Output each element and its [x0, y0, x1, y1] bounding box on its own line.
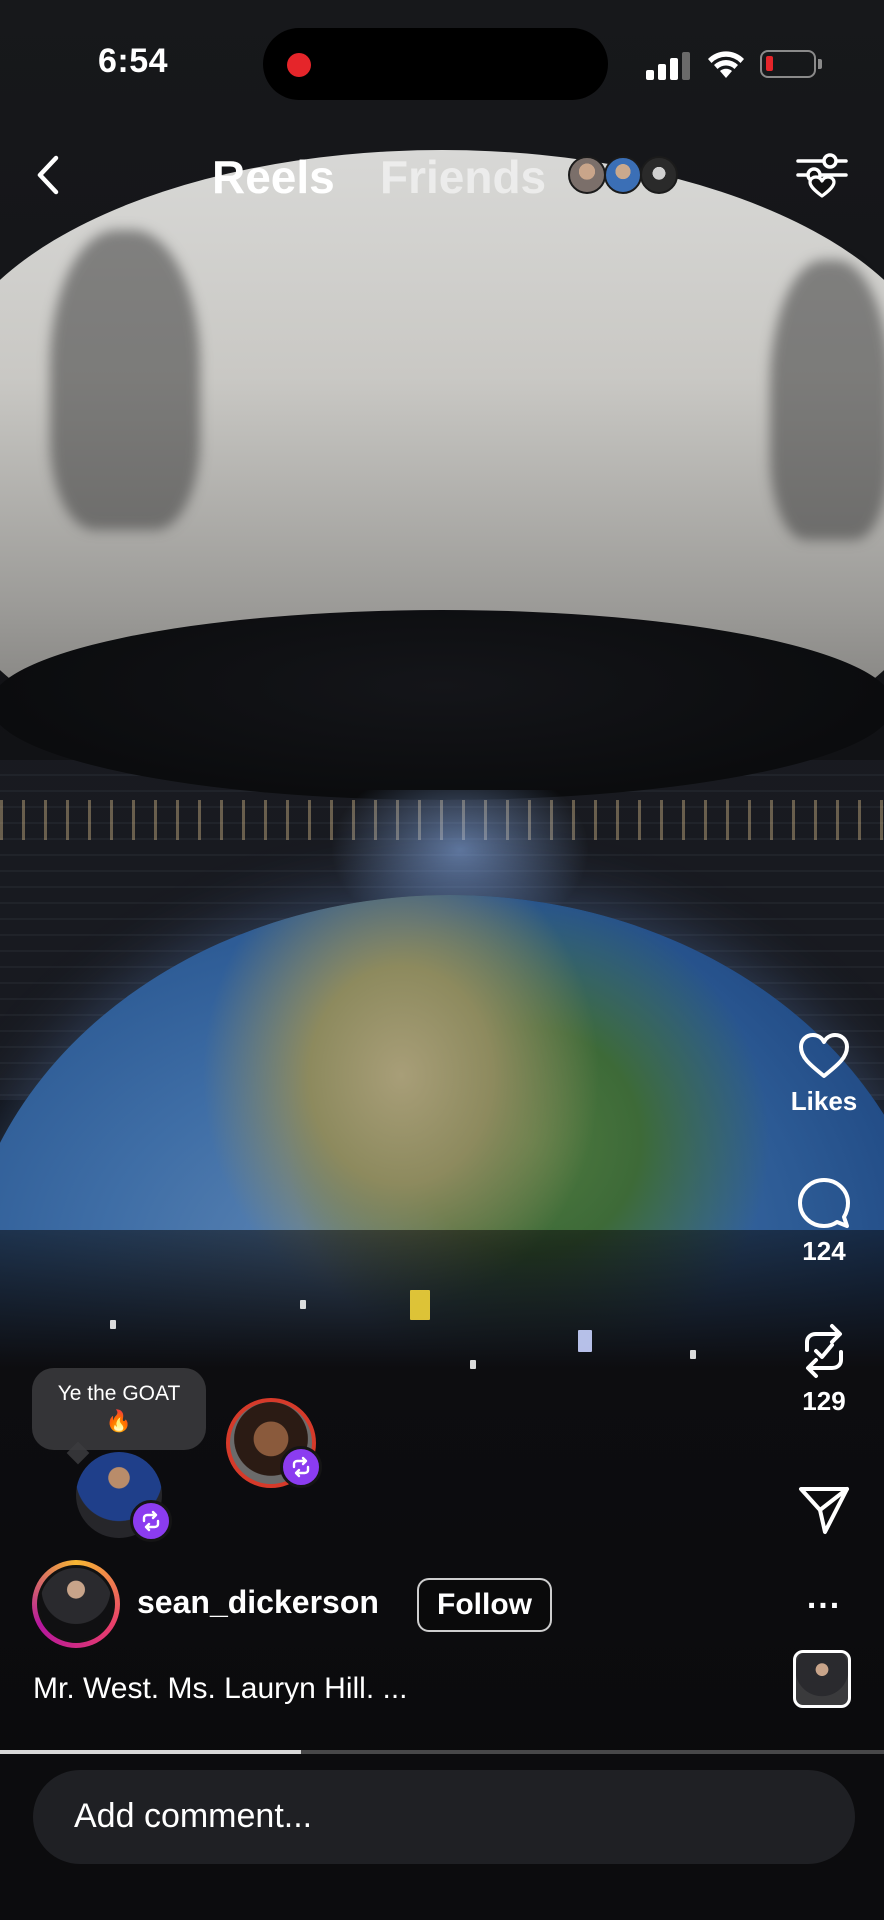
- author-username[interactable]: sean_dickerson: [137, 1584, 379, 1621]
- performer-projection-left: [50, 230, 200, 530]
- likes-label: Likes: [790, 1086, 858, 1116]
- more-options-icon[interactable]: ...: [784, 1578, 864, 1617]
- audio-thumbnail[interactable]: [793, 1650, 851, 1708]
- phone-light: [300, 1300, 306, 1309]
- yellow-shirt: [410, 1290, 430, 1320]
- cellular-signal-icon: [646, 52, 692, 80]
- repost-small-icon: [292, 1456, 310, 1478]
- friends-avatar-stack[interactable]: [568, 156, 678, 196]
- repost-badge: [280, 1446, 322, 1488]
- send-icon[interactable]: [797, 1484, 851, 1536]
- friend-note-bubble[interactable]: Ye the GOAT 🔥: [32, 1368, 206, 1450]
- heart-icon[interactable]: [797, 1032, 851, 1080]
- tab-reels[interactable]: Reels: [212, 150, 335, 204]
- tab-friends[interactable]: Friends: [380, 150, 546, 204]
- performer-projection-right: [770, 260, 884, 540]
- friend-avatar: [568, 156, 606, 194]
- dynamic-island: [263, 28, 608, 100]
- phone-light: [690, 1350, 696, 1359]
- friend-avatar: [640, 156, 678, 194]
- follow-button[interactable]: Follow: [417, 1578, 552, 1632]
- filter-sliders-heart-icon[interactable]: [796, 152, 848, 198]
- comment-bubble-icon[interactable]: [797, 1176, 851, 1230]
- repost-action[interactable]: 129: [784, 1322, 864, 1417]
- author-avatar[interactable]: [32, 1560, 120, 1648]
- recording-indicator-icon: [287, 53, 311, 77]
- like-action[interactable]: Likes: [784, 1032, 864, 1117]
- comment-placeholder[interactable]: Add comment...: [74, 1797, 312, 1836]
- wifi-icon: [708, 51, 744, 78]
- phone-light: [110, 1320, 116, 1329]
- phone-light: [578, 1330, 592, 1352]
- repost-small-icon: [142, 1510, 160, 1532]
- author-avatar-image: [37, 1565, 115, 1643]
- phone-light: [470, 1360, 476, 1369]
- post-caption[interactable]: Mr. West. Ms. Lauryn Hill. ...: [33, 1672, 408, 1706]
- reel-video[interactable]: [0, 0, 884, 1920]
- comment-count: 124: [802, 1236, 846, 1266]
- back-chevron-icon[interactable]: [28, 150, 68, 200]
- friend-avatar: [604, 156, 642, 194]
- share-action[interactable]: [784, 1484, 864, 1536]
- battery-icon: [760, 50, 816, 78]
- repost-badge: [130, 1500, 172, 1542]
- friend-note-text: Ye the GOAT: [57, 1382, 181, 1405]
- status-time: 6:54: [98, 42, 169, 80]
- repost-count: 129: [802, 1386, 846, 1416]
- comment-action[interactable]: 124: [784, 1176, 864, 1267]
- screen-underside: [0, 610, 884, 800]
- fire-emoji: 🔥: [105, 1410, 133, 1433]
- repost-icon[interactable]: [797, 1322, 851, 1380]
- reels-screen: 6:54 Reels Friends Likes 124 129 ... Ye …: [0, 0, 884, 1920]
- battery-cap: [818, 59, 822, 69]
